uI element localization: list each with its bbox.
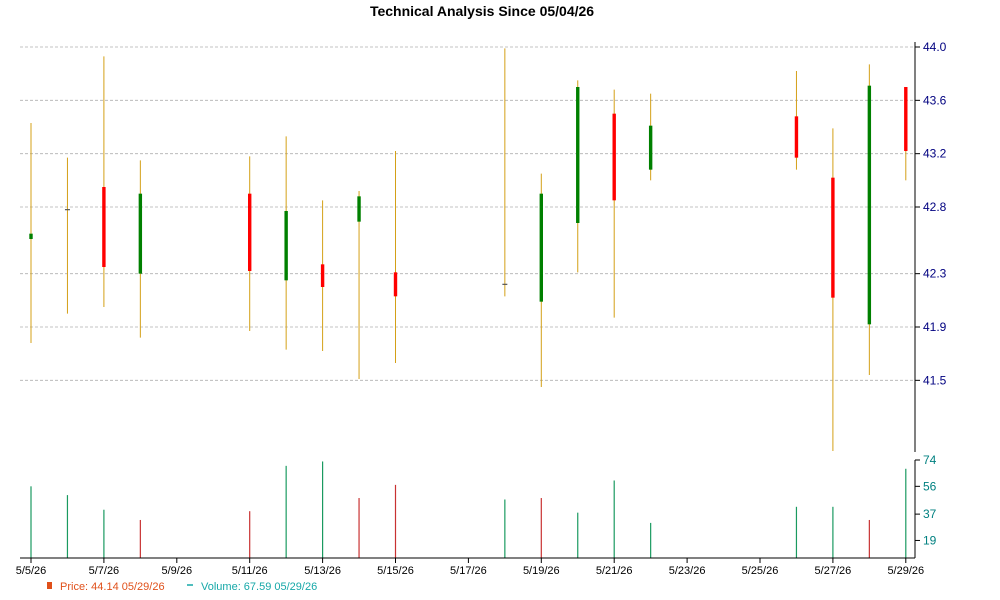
candle-body-down [794,116,799,158]
x-tick-label: 5/19/26 [523,565,560,577]
x-tick-label: 5/23/26 [669,565,706,577]
candle-wicks [30,48,907,451]
price-gridlines [20,46,915,381]
candle-body-down [248,193,252,271]
candle-body-up [867,85,872,325]
x-tick-label: 5/21/26 [596,565,633,577]
x-tick-label: 5/13/26 [304,565,341,577]
candle-body-down [320,264,325,287]
price-tick-label: 42.8 [923,200,947,214]
candle-body-down [612,113,616,201]
candle-body-down [831,177,835,298]
candle-body-up [576,87,580,223]
candle-body-down [904,87,908,151]
candle-body-down [393,272,398,297]
price-tick-label: 44.0 [923,40,947,54]
volume-y-axis: 19 37 56 74 [915,453,937,547]
x-tick-label: 5/5/26 [16,565,47,577]
volume-tick-label: 74 [923,453,937,467]
price-legend-swatch [47,582,52,589]
legend: Price: 44.14 05/29/26 Volume: 67.59 05/2… [47,581,317,593]
volume-tick-label: 37 [923,507,937,521]
volume-tick-label: 19 [923,533,937,547]
price-tick-label: 41.5 [923,373,947,387]
price-tick-label: 43.6 [923,93,947,107]
candle-body-up [29,233,33,239]
candle-body-up [138,193,143,274]
candle-body-up [539,193,543,302]
price-tick-label: 41.9 [923,320,947,334]
candle-body-up [284,211,288,281]
volume-tick-label: 56 [923,479,937,493]
price-tick-label: 42.3 [923,267,947,281]
technical-analysis-chart: Technical Analysis Since 05/04/26 41.541… [16,3,947,593]
x-tick-label: 5/15/26 [377,565,414,577]
x-axis: 5/5/26 5/7/26 5/9/26 5/11/26 5/13/26 5/15/26 5… [16,558,924,577]
volume-legend-label: Volume: 67.59 05/29/26 [201,581,317,593]
x-tick-label: 5/29/26 [887,565,924,577]
price-y-axis: 41.5 41.9 42.3 42.8 43.2 43.6 44.0 [915,40,947,387]
x-tick-label: 5/17/26 [450,565,487,577]
candle-body-up [357,196,361,222]
x-tick-label: 5/9/26 [162,565,193,577]
x-tick-label: 5/11/26 [232,565,268,577]
volume-bars [30,461,907,558]
x-tick-label: 5/27/26 [815,565,852,577]
chart-title: Technical Analysis Since 05/04/26 [370,3,594,19]
x-tick-label: 5/7/26 [89,565,120,577]
candle-body-up [648,125,653,170]
price-legend-label: Price: 44.14 05/29/26 [60,581,165,593]
candle-body-down [102,187,106,267]
price-tick-label: 43.2 [923,147,947,161]
x-tick-label: 5/25/26 [742,565,779,577]
candle-bodies [29,85,908,325]
